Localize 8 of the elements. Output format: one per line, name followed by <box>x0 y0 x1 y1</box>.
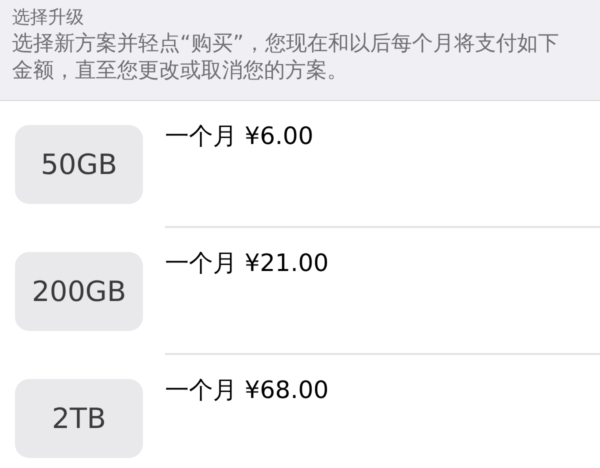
storage-plan-button[interactable]: 50GB <box>15 125 143 204</box>
plan-price: 一个月 ¥21.00 <box>165 249 329 277</box>
plan-price: 一个月 ¥68.00 <box>165 376 329 404</box>
storage-plan-button[interactable]: 2TB <box>15 379 143 458</box>
plan-price: 一个月 ¥6.00 <box>165 122 314 150</box>
section-description: 选择新方案并轻点“购买”，您现在和以后每个月将支付如下金额，直至您更改或取消您的方案。 <box>12 30 560 84</box>
section-title: 选择升级 <box>12 6 85 30</box>
storage-plan-button[interactable]: 200GB <box>15 252 143 331</box>
